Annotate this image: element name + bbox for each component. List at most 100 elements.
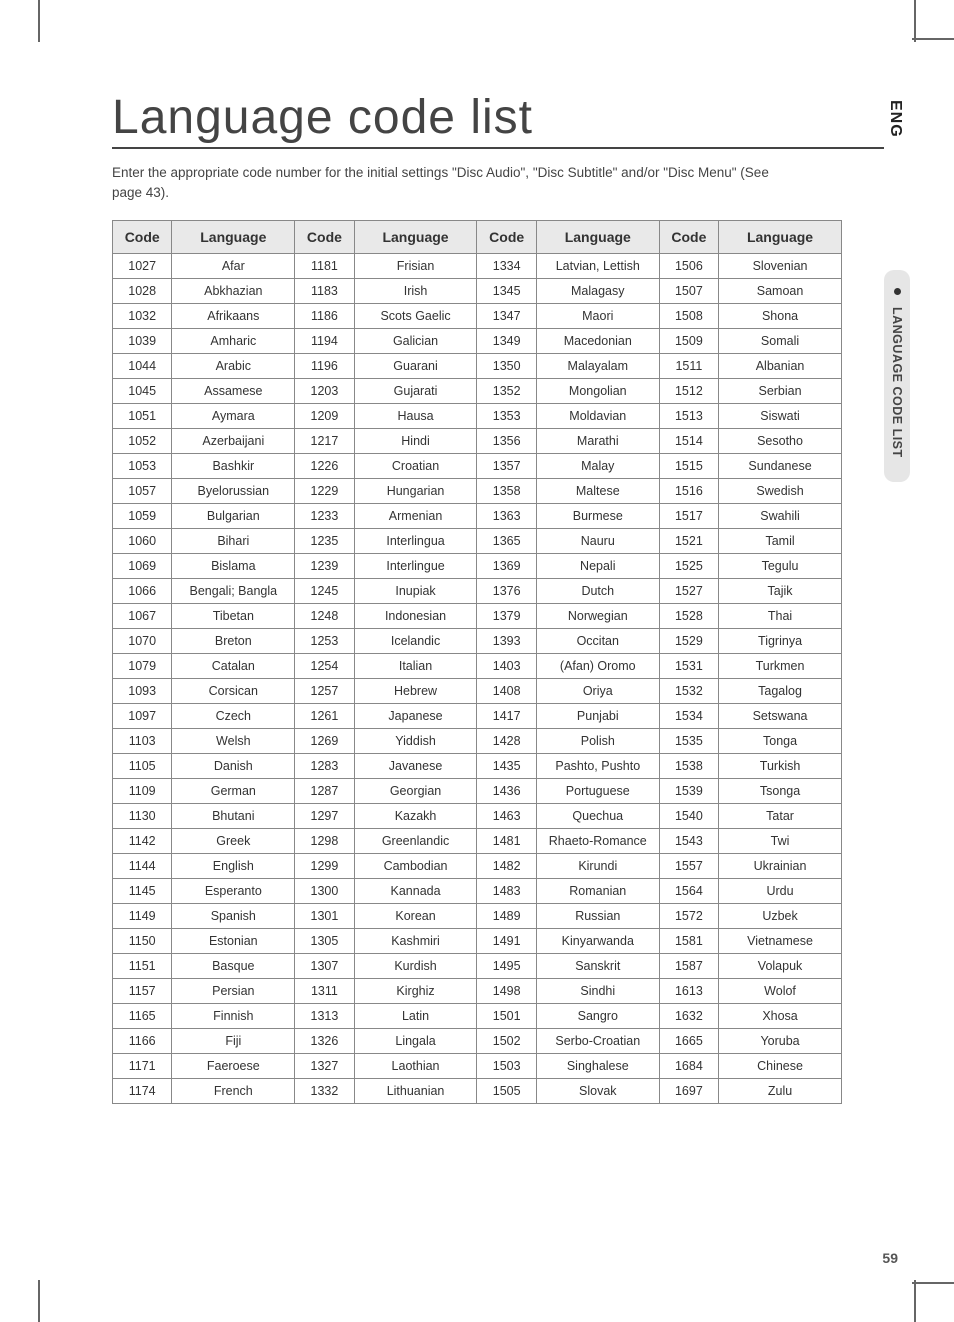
code-cell: 1196 bbox=[295, 353, 354, 378]
col-code: Code bbox=[113, 220, 172, 253]
language-cell: Nauru bbox=[536, 528, 659, 553]
language-cell: Greenlandic bbox=[354, 828, 477, 853]
table-row: 1028Abkhazian1183Irish1345Malagasy1507Sa… bbox=[113, 278, 842, 303]
code-cell: 1103 bbox=[113, 728, 172, 753]
language-cell: Quechua bbox=[536, 803, 659, 828]
language-cell: Tibetan bbox=[172, 603, 295, 628]
language-cell: Laothian bbox=[354, 1053, 477, 1078]
code-cell: 1516 bbox=[659, 478, 718, 503]
language-cell: Breton bbox=[172, 628, 295, 653]
crop-mark bbox=[38, 0, 40, 42]
code-cell: 1235 bbox=[295, 528, 354, 553]
language-cell: Persian bbox=[172, 978, 295, 1003]
table-row: 1097Czech1261Japanese1417Punjabi1534Sets… bbox=[113, 703, 842, 728]
language-cell: Guarani bbox=[354, 353, 477, 378]
language-cell: Bhutani bbox=[172, 803, 295, 828]
code-cell: 1350 bbox=[477, 353, 536, 378]
col-lang: Language bbox=[354, 220, 477, 253]
col-lang: Language bbox=[719, 220, 842, 253]
language-cell: Maltese bbox=[536, 478, 659, 503]
table-row: 1051Aymara1209Hausa1353Moldavian1513Sisw… bbox=[113, 403, 842, 428]
language-cell: Kirundi bbox=[536, 853, 659, 878]
language-cell: Hebrew bbox=[354, 678, 477, 703]
col-code: Code bbox=[477, 220, 536, 253]
code-cell: 1529 bbox=[659, 628, 718, 653]
language-code-table: Code Language Code Language Code Languag… bbox=[112, 220, 842, 1104]
code-cell: 1513 bbox=[659, 403, 718, 428]
language-cell: Turkish bbox=[719, 753, 842, 778]
language-cell: Bashkir bbox=[172, 453, 295, 478]
code-cell: 1495 bbox=[477, 953, 536, 978]
language-cell: Finnish bbox=[172, 1003, 295, 1028]
table-row: 1059Bulgarian1233Armenian1363Burmese1517… bbox=[113, 503, 842, 528]
code-cell: 1060 bbox=[113, 528, 172, 553]
language-cell: Tigrinya bbox=[719, 628, 842, 653]
language-cell: Russian bbox=[536, 903, 659, 928]
code-cell: 1044 bbox=[113, 353, 172, 378]
code-cell: 1428 bbox=[477, 728, 536, 753]
language-cell: Chinese bbox=[719, 1053, 842, 1078]
code-cell: 1327 bbox=[295, 1053, 354, 1078]
table-row: 1070Breton1253Icelandic1393Occitan1529Ti… bbox=[113, 628, 842, 653]
language-cell: Javanese bbox=[354, 753, 477, 778]
table-row: 1079Catalan1254Italian1403(Afan) Oromo15… bbox=[113, 653, 842, 678]
code-cell: 1528 bbox=[659, 603, 718, 628]
code-cell: 1067 bbox=[113, 603, 172, 628]
code-cell: 1233 bbox=[295, 503, 354, 528]
code-cell: 1491 bbox=[477, 928, 536, 953]
page-title: Language code list bbox=[112, 90, 884, 149]
language-cell: Galician bbox=[354, 328, 477, 353]
table-row: 1171Faeroese1327Laothian1503Singhalese16… bbox=[113, 1053, 842, 1078]
table-row: 1151Basque1307Kurdish1495Sanskrit1587Vol… bbox=[113, 953, 842, 978]
language-cell: Sangro bbox=[536, 1003, 659, 1028]
code-cell: 1239 bbox=[295, 553, 354, 578]
language-cell: Singhalese bbox=[536, 1053, 659, 1078]
language-cell: Albanian bbox=[719, 353, 842, 378]
language-cell: Vietnamese bbox=[719, 928, 842, 953]
code-cell: 1358 bbox=[477, 478, 536, 503]
table-row: 1157Persian1311Kirghiz1498Sindhi1613Wolo… bbox=[113, 978, 842, 1003]
table-row: 1027Afar1181Frisian1334Latvian, Lettish1… bbox=[113, 253, 842, 278]
code-cell: 1345 bbox=[477, 278, 536, 303]
code-cell: 1145 bbox=[113, 878, 172, 903]
table-row: 1109German1287Georgian1436Portuguese1539… bbox=[113, 778, 842, 803]
table-row: 1174French1332Lithuanian1505Slovak1697Zu… bbox=[113, 1078, 842, 1103]
code-cell: 1403 bbox=[477, 653, 536, 678]
code-cell: 1363 bbox=[477, 503, 536, 528]
language-cell: Somali bbox=[719, 328, 842, 353]
code-cell: 1299 bbox=[295, 853, 354, 878]
language-cell: Malayalam bbox=[536, 353, 659, 378]
code-cell: 1069 bbox=[113, 553, 172, 578]
table-row: 1142Greek1298Greenlandic1481Rhaeto-Roman… bbox=[113, 828, 842, 853]
code-cell: 1515 bbox=[659, 453, 718, 478]
code-cell: 1144 bbox=[113, 853, 172, 878]
code-cell: 1435 bbox=[477, 753, 536, 778]
language-cell: Abkhazian bbox=[172, 278, 295, 303]
code-cell: 1052 bbox=[113, 428, 172, 453]
code-cell: 1665 bbox=[659, 1028, 718, 1053]
language-cell: Lingala bbox=[354, 1028, 477, 1053]
language-cell: Burmese bbox=[536, 503, 659, 528]
code-cell: 1509 bbox=[659, 328, 718, 353]
language-cell: Kannada bbox=[354, 878, 477, 903]
language-cell: Zulu bbox=[719, 1078, 842, 1103]
code-cell: 1105 bbox=[113, 753, 172, 778]
code-cell: 1417 bbox=[477, 703, 536, 728]
language-cell: Punjabi bbox=[536, 703, 659, 728]
code-cell: 1347 bbox=[477, 303, 536, 328]
language-cell: Lithuanian bbox=[354, 1078, 477, 1103]
crop-mark bbox=[914, 0, 916, 42]
table-row: 1093Corsican1257Hebrew1408Oriya1532Tagal… bbox=[113, 678, 842, 703]
language-cell: Bengali; Bangla bbox=[172, 578, 295, 603]
language-cell: Bihari bbox=[172, 528, 295, 553]
code-cell: 1039 bbox=[113, 328, 172, 353]
code-cell: 1157 bbox=[113, 978, 172, 1003]
code-cell: 1489 bbox=[477, 903, 536, 928]
language-cell: Irish bbox=[354, 278, 477, 303]
language-cell: Frisian bbox=[354, 253, 477, 278]
code-cell: 1503 bbox=[477, 1053, 536, 1078]
table-row: 1069Bislama1239Interlingue1369Nepali1525… bbox=[113, 553, 842, 578]
language-cell: Hindi bbox=[354, 428, 477, 453]
language-cell: Thai bbox=[719, 603, 842, 628]
code-cell: 1502 bbox=[477, 1028, 536, 1053]
